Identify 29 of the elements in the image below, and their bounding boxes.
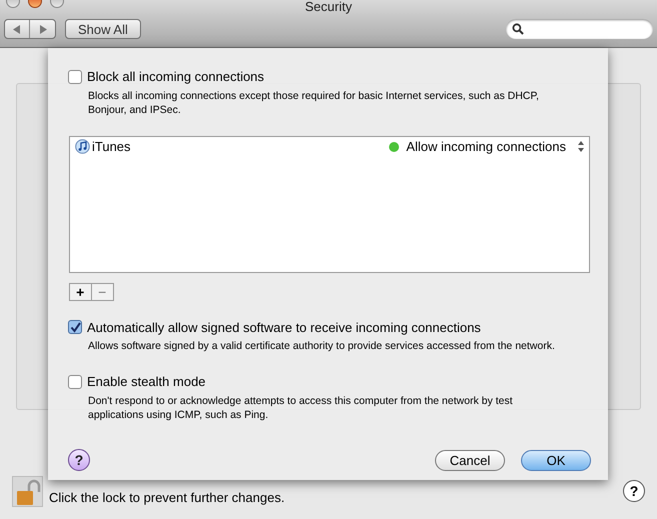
left-triangle-icon bbox=[13, 24, 21, 34]
remove-button[interactable]: − bbox=[92, 284, 113, 300]
help-button[interactable]: ? bbox=[623, 480, 645, 502]
right-triangle-icon bbox=[38, 24, 46, 34]
checkbox[interactable] bbox=[68, 374, 82, 389]
checkbox-label: Enable stealth mode bbox=[87, 373, 206, 391]
show-all-button[interactable]: Show All bbox=[65, 19, 141, 39]
checkbox[interactable] bbox=[68, 70, 82, 84]
music-note-icon bbox=[75, 139, 90, 154]
checkbox[interactable] bbox=[68, 320, 82, 334]
option-description: Allows software signed by a valid certificate authority to provide services accessed from the network. bbox=[88, 339, 556, 353]
help-button[interactable]: ? bbox=[68, 449, 90, 471]
search-field[interactable] bbox=[506, 19, 653, 39]
stepper-arrows-icon bbox=[578, 141, 584, 152]
application-name: iTunes bbox=[92, 138, 131, 156]
default-button[interactable]: OK bbox=[521, 450, 591, 470]
option-description: Blocks all incoming connections except those required for basic Internet services, such as DHCP, Bonjour, and IPSec. bbox=[88, 88, 540, 116]
connection-popup[interactable]: Allow incoming connections bbox=[389, 136, 584, 156]
open-lock-icon bbox=[14, 478, 40, 506]
option-description: Don't respond to or acknowledge attempts to access this computer from the network by test applications using ICMP, such as Ping. bbox=[88, 394, 514, 422]
add-button[interactable]: + bbox=[70, 284, 92, 300]
checkbox-label: Block all incoming connections bbox=[87, 68, 264, 86]
dialog-button[interactable]: Cancel bbox=[435, 450, 505, 470]
checkbox-label: Automatically allow signed software to receive incoming connections bbox=[87, 318, 481, 337]
checkmark-icon bbox=[70, 322, 80, 333]
search-icon bbox=[512, 23, 524, 35]
window-title: Security bbox=[305, 0, 352, 14]
lock-hint-text: Click the lock to prevent further changes. bbox=[49, 488, 285, 507]
lock-button[interactable] bbox=[12, 476, 43, 507]
